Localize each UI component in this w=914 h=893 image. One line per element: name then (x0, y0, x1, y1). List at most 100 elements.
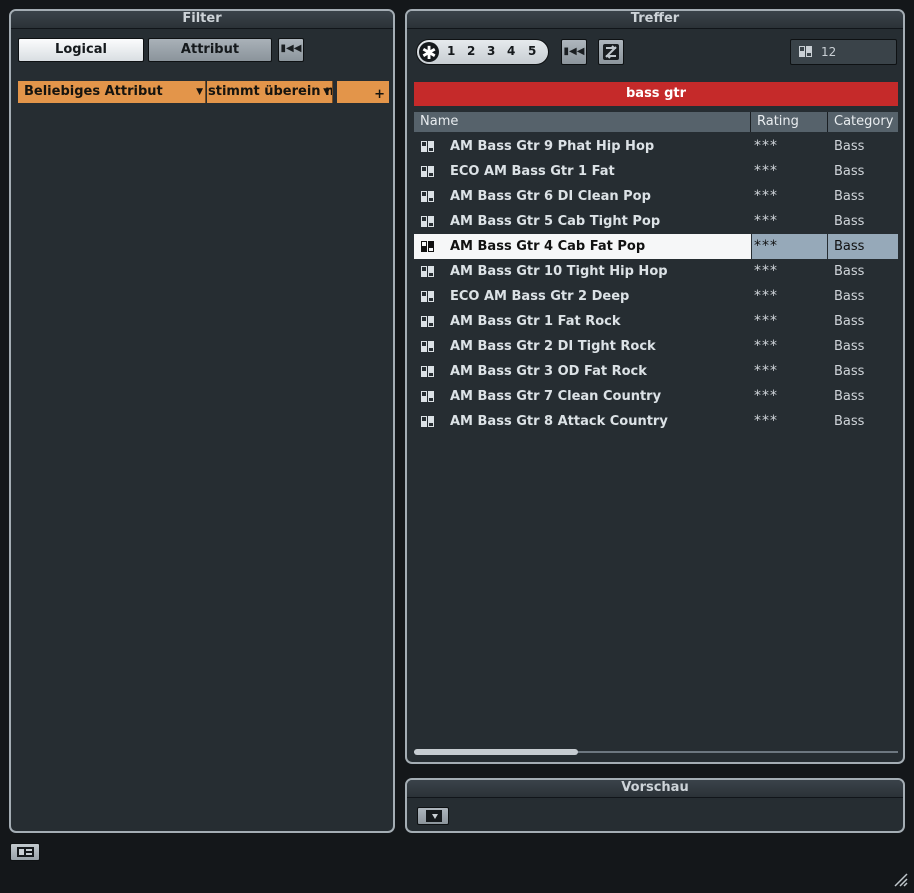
result-name-cell[interactable]: AM Bass Gtr 7 Clean Country (414, 384, 751, 409)
rating-filter-3[interactable]: 3 (487, 44, 495, 58)
result-rating[interactable]: *** (752, 309, 827, 334)
resize-grip-icon[interactable] (892, 871, 908, 887)
result-row[interactable]: ECO AM Bass Gtr 1 Fat *** Bass (414, 159, 898, 184)
result-rating[interactable]: *** (752, 234, 827, 259)
layout-toggle-button[interactable] (10, 843, 40, 861)
preset-icon (421, 191, 434, 202)
result-name-cell[interactable]: AM Bass Gtr 3 OD Fat Rock (414, 359, 751, 384)
result-category: Bass (834, 339, 865, 354)
preset-icon (421, 216, 434, 227)
rating-filter-1[interactable]: 1 (447, 44, 455, 58)
treffer-panel-title: Treffer (407, 11, 903, 29)
result-row[interactable]: AM Bass Gtr 6 DI Clean Pop *** Bass (414, 184, 898, 209)
filter-panel: Filter Logical Attribut ▮◀◀ Beliebiges A… (9, 9, 395, 833)
result-rating[interactable]: *** (752, 359, 827, 384)
result-count-value: 12 (821, 45, 837, 59)
result-name-cell[interactable]: AM Bass Gtr 1 Fat Rock (414, 309, 751, 334)
result-name-cell[interactable]: ECO AM Bass Gtr 1 Fat (414, 159, 751, 184)
result-rating[interactable]: *** (752, 159, 827, 184)
attribute-dropdown-label: Beliebiges Attribut (24, 84, 163, 99)
result-name: AM Bass Gtr 2 DI Tight Rock (450, 339, 656, 354)
results-list: AM Bass Gtr 9 Phat Hip Hop *** Bass ECO AM … (414, 134, 898, 434)
result-name: AM Bass Gtr 6 DI Clean Pop (450, 189, 651, 204)
result-rating[interactable]: *** (752, 284, 827, 309)
preset-icon (421, 291, 434, 302)
rating-filter-2[interactable]: 2 (467, 44, 475, 58)
asterisk-icon[interactable]: ✱ (419, 42, 439, 64)
layout-icon (17, 847, 34, 857)
search-text-field[interactable]: bass gtr (414, 82, 898, 106)
result-name: AM Bass Gtr 8 Attack Country (450, 414, 668, 429)
result-row[interactable]: AM Bass Gtr 2 DI Tight Rock *** Bass (414, 334, 898, 359)
result-name-cell[interactable]: AM Bass Gtr 10 Tight Hip Hop (414, 259, 751, 284)
logical-button[interactable]: Logical (18, 38, 144, 62)
result-category: Bass (834, 389, 865, 404)
horizontal-scrollbar[interactable] (414, 749, 898, 755)
result-name-cell[interactable]: AM Bass Gtr 9 Phat Hip Hop (414, 134, 751, 159)
result-name: AM Bass Gtr 3 OD Fat Rock (450, 364, 647, 379)
rule-value-field[interactable]: + (337, 81, 389, 103)
result-category: Bass (834, 139, 865, 154)
result-name-cell[interactable]: AM Bass Gtr 5 Cab Tight Pop (414, 209, 751, 234)
result-rating[interactable]: *** (752, 259, 827, 284)
result-name-cell[interactable]: ECO AM Bass Gtr 2 Deep (414, 284, 751, 309)
result-name-cell[interactable]: AM Bass Gtr 4 Cab Fat Pop (414, 234, 751, 259)
result-rating[interactable]: *** (752, 334, 827, 359)
operator-dropdown-label: stimmt überein mi (208, 84, 333, 99)
result-category: Bass (834, 364, 865, 379)
result-name: AM Bass Gtr 9 Phat Hip Hop (450, 139, 655, 154)
attribut-button[interactable]: Attribut (148, 38, 272, 62)
reset-results-button[interactable]: ▮◀◀ (561, 39, 587, 65)
result-row[interactable]: AM Bass Gtr 8 Attack Country *** Bass (414, 409, 898, 434)
result-row[interactable]: AM Bass Gtr 10 Tight Hip Hop *** Bass (414, 259, 898, 284)
rating-filter[interactable]: ✱ 1 2 3 4 5 (416, 39, 549, 65)
result-name-cell[interactable]: AM Bass Gtr 2 DI Tight Rock (414, 334, 751, 359)
result-name: ECO AM Bass Gtr 2 Deep (450, 289, 630, 304)
result-rating[interactable]: *** (752, 184, 827, 209)
result-name: AM Bass Gtr 5 Cab Tight Pop (450, 214, 661, 229)
preview-icon (426, 810, 442, 822)
attribute-dropdown[interactable]: Beliebiges Attribut ▼ (18, 81, 206, 103)
operator-dropdown[interactable]: stimmt überein mi ▼ (207, 81, 333, 103)
result-name-cell[interactable]: AM Bass Gtr 8 Attack Country (414, 409, 751, 434)
rating-filter-4[interactable]: 4 (507, 44, 515, 58)
result-row[interactable]: ECO AM Bass Gtr 2 Deep *** Bass (414, 284, 898, 309)
result-category: Bass (834, 289, 865, 304)
column-header-rating[interactable]: Rating (751, 112, 828, 132)
rating-filter-5[interactable]: 5 (528, 44, 536, 58)
result-row[interactable]: AM Bass Gtr 4 Cab Fat Pop *** Bass (414, 234, 898, 259)
result-name-cell[interactable]: AM Bass Gtr 6 DI Clean Pop (414, 184, 751, 209)
result-row[interactable]: AM Bass Gtr 9 Phat Hip Hop *** Bass (414, 134, 898, 159)
preset-icon (421, 416, 434, 427)
skip-back-icon: ▮◀◀ (280, 43, 302, 54)
add-rule-icon[interactable]: + (374, 84, 385, 103)
preset-icon (421, 166, 434, 177)
result-category: Bass (834, 264, 865, 279)
result-row[interactable]: AM Bass Gtr 5 Cab Tight Pop *** Bass (414, 209, 898, 234)
result-row[interactable]: AM Bass Gtr 1 Fat Rock *** Bass (414, 309, 898, 334)
scrollbar-thumb[interactable] (414, 749, 578, 755)
result-name: AM Bass Gtr 4 Cab Fat Pop (450, 239, 646, 254)
result-category: Bass (834, 164, 865, 179)
vorschau-panel: Vorschau (405, 778, 905, 833)
result-rating[interactable]: *** (752, 209, 827, 234)
result-rating[interactable]: *** (752, 384, 827, 409)
preview-button[interactable] (417, 807, 449, 825)
result-category: Bass (834, 414, 865, 429)
result-rating[interactable]: *** (752, 134, 827, 159)
result-rating[interactable]: *** (752, 409, 827, 434)
result-category: Bass (834, 189, 865, 204)
result-row[interactable]: AM Bass Gtr 7 Clean Country *** Bass (414, 384, 898, 409)
column-header-name[interactable]: Name (414, 112, 751, 132)
sync-icon (603, 44, 619, 60)
column-header-category[interactable]: Category (828, 112, 898, 132)
reset-filter-button[interactable]: ▮◀◀ (278, 38, 304, 62)
result-category: Bass (834, 314, 865, 329)
result-name: AM Bass Gtr 7 Clean Country (450, 389, 662, 404)
sync-button[interactable] (598, 39, 624, 65)
skip-back-icon: ▮◀◀ (563, 46, 585, 57)
result-row[interactable]: AM Bass Gtr 3 OD Fat Rock *** Bass (414, 359, 898, 384)
preset-icon (421, 266, 434, 277)
preset-icon (421, 316, 434, 327)
result-name: AM Bass Gtr 10 Tight Hip Hop (450, 264, 668, 279)
